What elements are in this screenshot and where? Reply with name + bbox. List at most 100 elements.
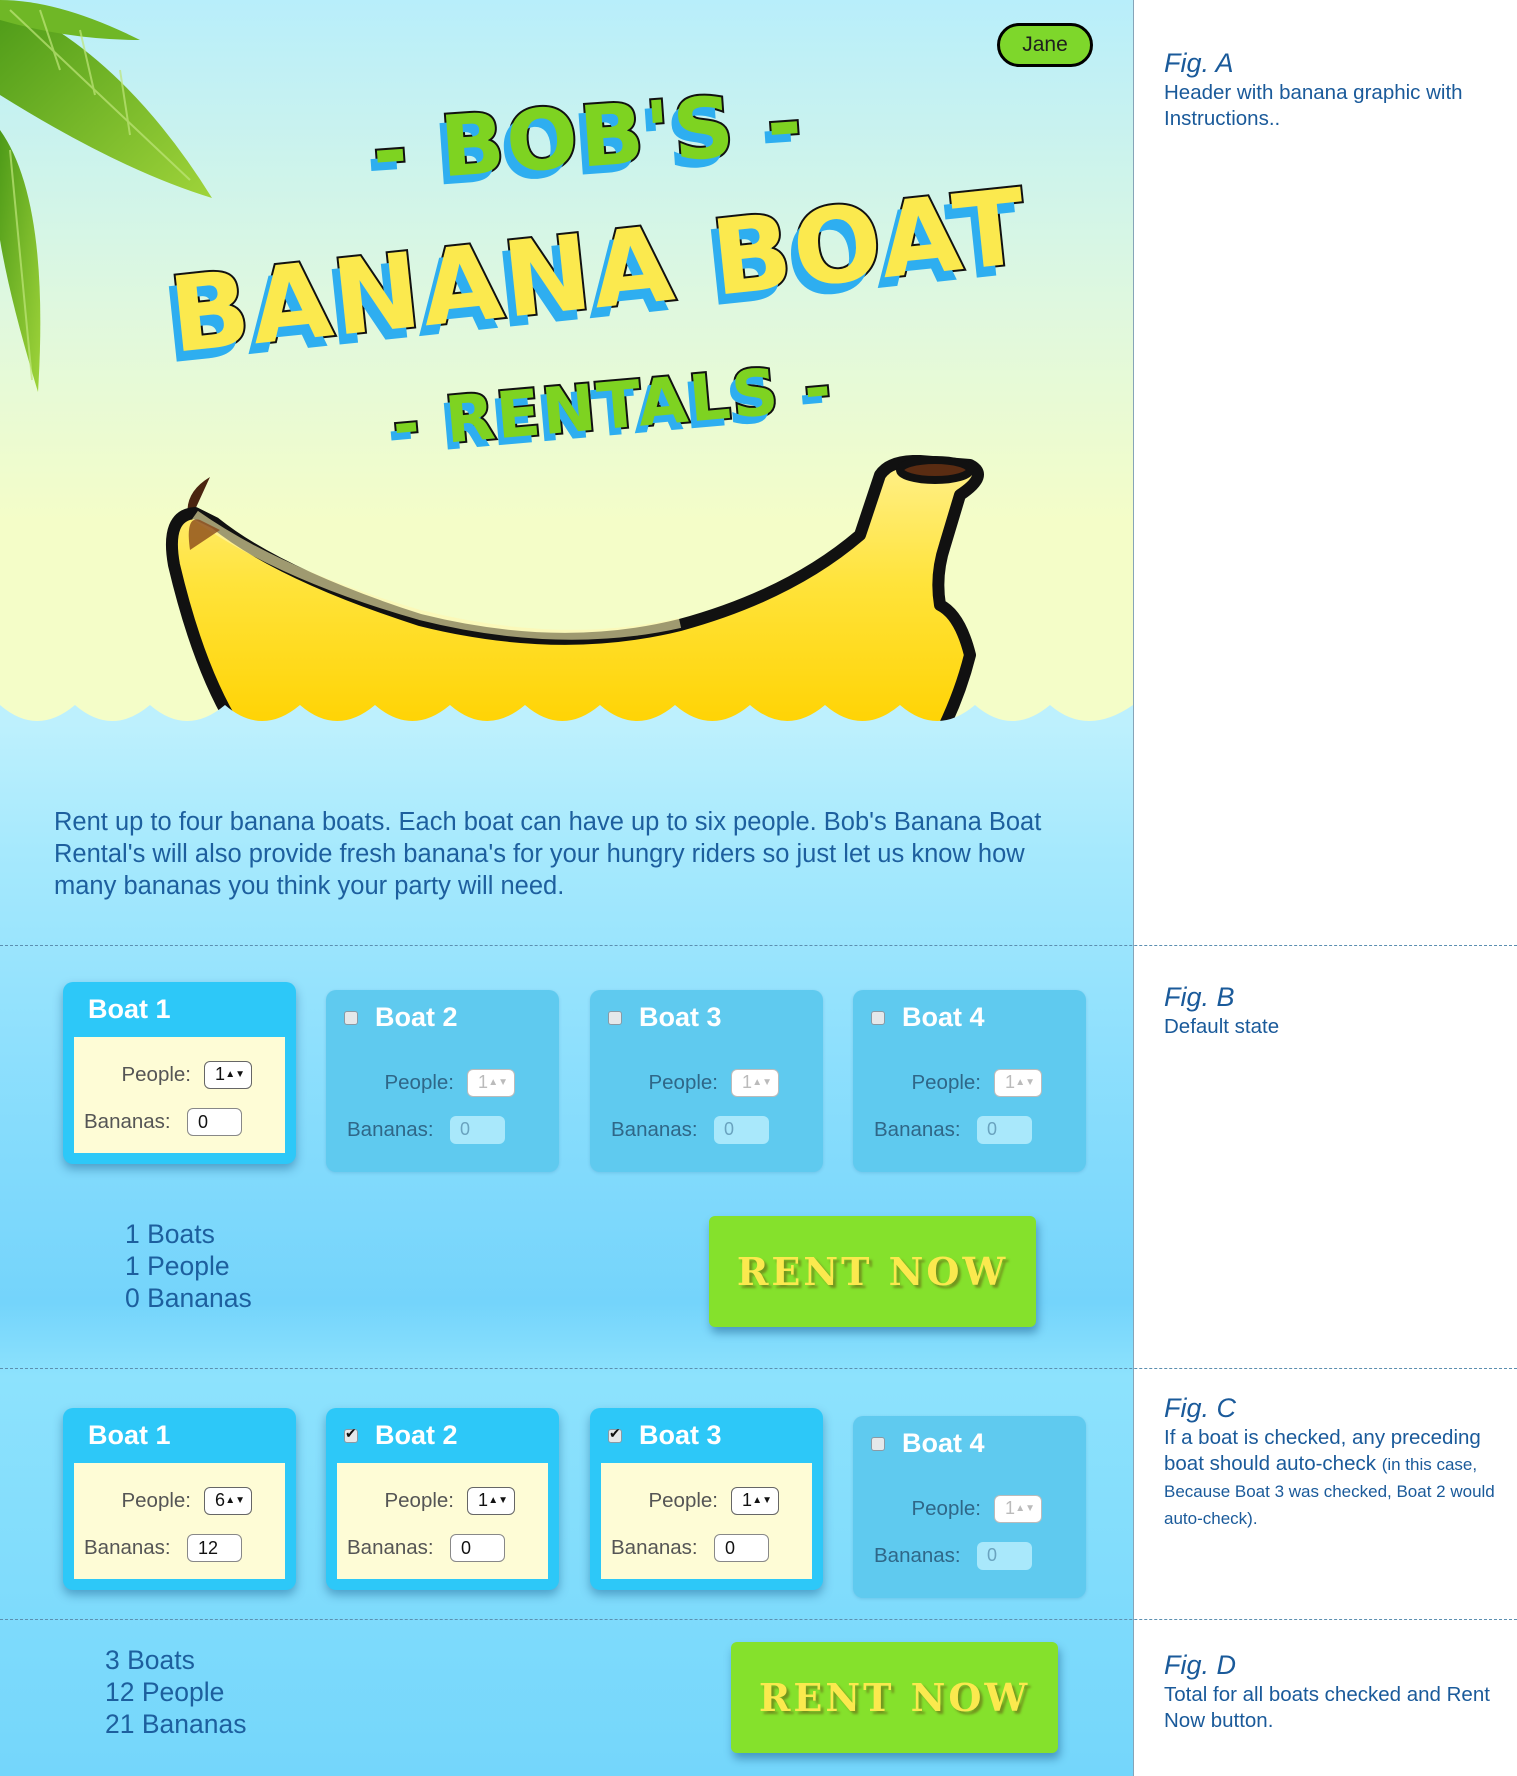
note-fig-b: Fig. B Default state <box>1164 980 1509 1040</box>
people-row: People: 1 ▲▼ <box>74 1051 285 1098</box>
total-boats: 3 Boats <box>105 1645 195 1675</box>
note-fig-c: Fig. C If a boat is checked, any precedi… <box>1164 1391 1509 1532</box>
stepper-arrows-icon: ▲▼ <box>488 1077 508 1088</box>
bananas-input[interactable]: 0 <box>450 1533 505 1562</box>
bananas-input[interactable]: 0 <box>187 1107 242 1136</box>
bananas-row: Bananas: 0 <box>864 1532 1075 1579</box>
water-wave-edge <box>0 705 1133 725</box>
people-row: People: 1 ▲▼ <box>864 1059 1075 1106</box>
bananas-label: Bananas: <box>84 1535 171 1559</box>
note-fig-label: Fig. C <box>1164 1393 1237 1423</box>
boat-name: Boat 2 <box>375 1002 458 1032</box>
boat-card-1[interactable]: Boat 1 People: 1 ▲▼ Bananas: 0 <box>63 982 296 1164</box>
boat-name: Boat 1 <box>88 994 171 1024</box>
boat-card-1[interactable]: Boat 1 People: 6 ▲▼ Bananas: 12 <box>63 1408 296 1590</box>
people-row: People: 1 ▲▼ <box>601 1059 812 1106</box>
people-label: People: <box>911 1070 981 1094</box>
stepper-arrows-icon: ▲▼ <box>488 1495 508 1506</box>
mockup-canvas: Jane - BOB'S - BANANA BOAT - RENTALS - R… <box>0 0 1133 1776</box>
boat-checkbox[interactable] <box>344 1426 358 1443</box>
boat-card-4[interactable]: Boat 4 People: 1 ▲▼ Bananas: 0 <box>853 990 1086 1172</box>
boat-name: Boat 3 <box>639 1420 722 1450</box>
note-fig-label: Fig. A <box>1164 48 1234 78</box>
people-stepper[interactable]: 1 ▲▼ <box>731 1486 779 1515</box>
boat-name: Boat 4 <box>902 1428 985 1458</box>
boat-checkbox[interactable] <box>871 1436 885 1451</box>
people-stepper[interactable]: 1 ▲▼ <box>994 1068 1042 1097</box>
rent-now-button[interactable]: RENT NOW <box>709 1216 1036 1327</box>
people-label: People: <box>911 1496 981 1520</box>
boat-checkbox[interactable] <box>344 1010 358 1025</box>
boat-checkbox[interactable] <box>608 1426 622 1443</box>
people-stepper[interactable]: 1 ▲▼ <box>204 1060 252 1089</box>
bananas-row: Bananas: 0 <box>337 1106 548 1153</box>
stepper-arrows-icon: ▲▼ <box>752 1495 772 1506</box>
section-divider <box>0 1368 1517 1369</box>
bananas-label: Bananas: <box>874 1117 961 1141</box>
boat-card-2[interactable]: Boat 2 People: 1▲▼ Bananas: 0 <box>326 990 559 1172</box>
total-bananas: 21 Bananas <box>105 1709 247 1739</box>
people-row: People: 1 ▲▼ <box>337 1477 548 1524</box>
boat-name: Boat 1 <box>88 1420 171 1450</box>
boat-title: Boat 2 <box>326 990 559 1045</box>
people-stepper[interactable]: 1 ▲▼ <box>467 1068 515 1097</box>
bananas-input[interactable]: 12 <box>187 1533 242 1562</box>
boat-card-3[interactable]: Boat 3 People: 1▲▼ Bananas: 0 <box>590 1408 823 1590</box>
bananas-input[interactable]: 0 <box>714 1533 769 1562</box>
stepper-arrows-icon: ▲▼ <box>225 1069 245 1080</box>
bananas-label: Bananas: <box>611 1535 698 1559</box>
boat-card-2[interactable]: Boat 2 People: 1▲▼ Bananas: 0 <box>326 1408 559 1590</box>
bananas-input[interactable]: 0 <box>714 1115 769 1144</box>
bananas-input[interactable]: 0 <box>977 1115 1032 1144</box>
boat-body: People: 1 ▲▼ Bananas: 0 <box>337 1045 548 1161</box>
title-line-bobs: - BOB'S - <box>367 71 809 203</box>
boat-body: People: 6 ▲▼ Bananas: 12 <box>74 1463 285 1579</box>
total-boats: 1 Boats <box>125 1219 215 1249</box>
note-fig-label: Fig. D <box>1164 1650 1237 1680</box>
stepper-arrows-icon: ▲▼ <box>1015 1503 1035 1514</box>
stepper-arrows-icon: ▲▼ <box>1015 1077 1035 1088</box>
stepper-arrows-icon: ▲▼ <box>752 1077 772 1088</box>
people-stepper[interactable]: 6 ▲▼ <box>204 1486 252 1515</box>
rent-now-button[interactable]: RENT NOW <box>731 1642 1058 1753</box>
people-row: People: 1 ▲▼ <box>601 1477 812 1524</box>
people-stepper[interactable]: 1 ▲▼ <box>731 1068 779 1097</box>
section-divider <box>0 1619 1517 1620</box>
boat-title: Boat 4 <box>853 990 1086 1045</box>
people-label: People: <box>648 1070 718 1094</box>
stepper-arrows-icon: ▲▼ <box>225 1495 245 1506</box>
boat-checkbox[interactable] <box>871 1010 885 1025</box>
annotation-column: Fig. A Header with banana graphic with I… <box>1133 0 1517 1776</box>
boat-body: People: 1 ▲▼ Bananas: 0 <box>74 1037 285 1153</box>
boat-title: Boat 3 <box>590 990 823 1045</box>
people-label: People: <box>648 1488 718 1512</box>
note-fig-d: Fig. D Total for all boats checked and R… <box>1164 1648 1509 1734</box>
boat-name: Boat 3 <box>639 1002 722 1032</box>
bananas-row: Bananas: 0 <box>337 1524 548 1571</box>
boat-title: Boat 2 <box>326 1408 559 1463</box>
people-label: People: <box>384 1070 454 1094</box>
boat-title: Boat 1 <box>63 1408 296 1463</box>
bananas-label: Bananas: <box>84 1109 171 1133</box>
boat-title: Boat 3 <box>590 1408 823 1463</box>
boat-body: People: 1 ▲▼ Bananas: 0 <box>864 1471 1075 1587</box>
bananas-label: Bananas: <box>347 1535 434 1559</box>
totals-summary-default: 1 Boats 1 People 0 Bananas <box>125 1218 252 1314</box>
boat-body: People: 1 ▲▼ Bananas: 0 <box>337 1463 548 1579</box>
boat-card-4[interactable]: Boat 4 People: 1 ▲▼ Bananas: 0 <box>853 1416 1086 1598</box>
bananas-label: Bananas: <box>347 1117 434 1141</box>
people-stepper[interactable]: 1 ▲▼ <box>994 1494 1042 1523</box>
note-fig-label: Fig. B <box>1164 982 1235 1012</box>
boat-name: Boat 2 <box>375 1420 458 1450</box>
boat-name: Boat 4 <box>902 1002 985 1032</box>
bananas-input[interactable]: 0 <box>977 1541 1032 1570</box>
boat-body: People: 1 ▲▼ Bananas: 0 <box>601 1463 812 1579</box>
people-stepper[interactable]: 1 ▲▼ <box>467 1486 515 1515</box>
total-bananas: 0 Bananas <box>125 1283 252 1313</box>
boat-checkbox[interactable] <box>608 1010 622 1025</box>
bananas-input[interactable]: 0 <box>450 1115 505 1144</box>
user-button[interactable]: Jane <box>997 23 1093 67</box>
bananas-row: Bananas: 0 <box>864 1106 1075 1153</box>
people-label: People: <box>121 1062 191 1086</box>
boat-card-3[interactable]: Boat 3 People: 1▲▼ Bananas: 0 <box>590 990 823 1172</box>
